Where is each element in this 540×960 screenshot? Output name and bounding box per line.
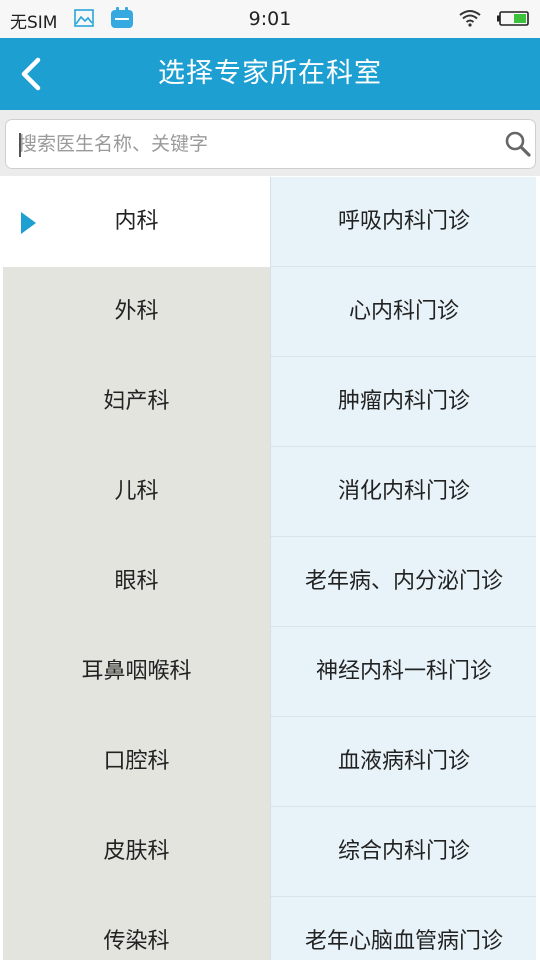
- department-item[interactable]: 皮肤科: [3, 807, 270, 897]
- page-title: 选择专家所在科室: [158, 58, 382, 89]
- status-bar: 无SIM 9:01: [0, 0, 540, 38]
- clinic-item[interactable]: 综合内科门诊: [271, 807, 536, 897]
- clinic-item[interactable]: 神经内科一科门诊: [271, 627, 536, 717]
- clinic-item[interactable]: 老年心脑血管病门诊: [271, 897, 536, 960]
- wifi-icon: [459, 10, 481, 27]
- battery-icon: [497, 11, 529, 26]
- clinic-item[interactable]: 呼吸内科门诊: [271, 177, 536, 267]
- title-bar: 选择专家所在科室: [0, 38, 540, 110]
- department-item[interactable]: 传染科: [3, 897, 270, 960]
- back-button[interactable]: [8, 52, 52, 96]
- department-item[interactable]: 内科: [3, 177, 270, 267]
- clinic-item[interactable]: 心内科门诊: [271, 267, 536, 357]
- department-label: 妇产科: [103, 389, 170, 414]
- chevron-left-icon: [21, 57, 41, 91]
- department-label: 口腔科: [103, 749, 170, 774]
- search-area: [0, 110, 540, 176]
- clinic-item[interactable]: 老年病、内分泌门诊: [271, 537, 536, 627]
- search-input[interactable]: [18, 120, 488, 168]
- search-box: [5, 119, 536, 169]
- department-label: 内科: [114, 209, 159, 234]
- department-item[interactable]: 耳鼻咽喉科: [3, 627, 270, 717]
- department-label: 儿科: [114, 479, 159, 504]
- department-label: 传染科: [103, 929, 170, 954]
- department-item[interactable]: 口腔科: [3, 717, 270, 807]
- department-item[interactable]: 眼科: [3, 537, 270, 627]
- department-label: 皮肤科: [103, 839, 170, 864]
- department-list: 内科 外科 妇产科 儿科 眼科 耳鼻咽喉科 口腔科 皮肤科 传染科: [3, 177, 270, 960]
- search-icon[interactable]: [504, 130, 532, 158]
- clinic-item[interactable]: 肿瘤内科门诊: [271, 357, 536, 447]
- selected-triangle-icon: [21, 212, 36, 234]
- clinic-list: 呼吸内科门诊 心内科门诊 肿瘤内科门诊 消化内科门诊 老年病、内分泌门诊 神经内…: [270, 177, 536, 960]
- department-label: 眼科: [114, 569, 159, 594]
- department-item[interactable]: 妇产科: [3, 357, 270, 447]
- department-item[interactable]: 儿科: [3, 447, 270, 537]
- clinic-item[interactable]: 消化内科门诊: [271, 447, 536, 537]
- department-item[interactable]: 外科: [3, 267, 270, 357]
- clinic-item[interactable]: 血液病科门诊: [271, 717, 536, 807]
- department-label: 外科: [114, 299, 159, 324]
- text-caret: [19, 133, 21, 157]
- department-label: 耳鼻咽喉科: [81, 659, 192, 684]
